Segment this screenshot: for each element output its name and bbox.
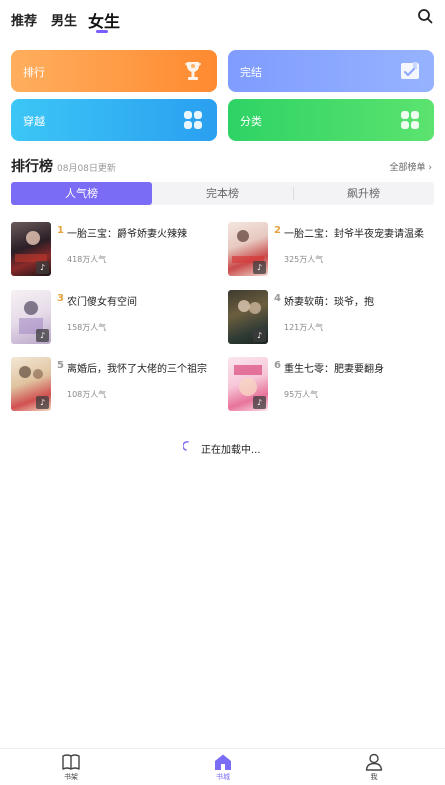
category-card-completed[interactable]: 完结 (228, 50, 434, 92)
category-label: 分类 (240, 115, 262, 128)
book-title: 娇妻软萌：琰爷，抱 (284, 297, 374, 308)
book-cover: ♪ (228, 290, 268, 344)
tab-completed[interactable]: 完本榜 (152, 182, 293, 205)
tab-popular[interactable]: 人气榜 (11, 182, 152, 205)
book-item[interactable]: ♪ 6 重生七零：肥妻要翻身 95万人气 (228, 357, 438, 413)
book-popularity: 121万人气 (284, 323, 324, 332)
book-item[interactable]: ♪ 2 一胎二宝：封爷半夜宠妻请温柔 325万人气 (228, 222, 438, 278)
ranking-title: 排行榜 (11, 159, 53, 175)
book-title: 一胎三宝：爵爷娇妻火辣辣 (67, 229, 187, 240)
active-tab-indicator (96, 30, 108, 33)
home-icon (215, 754, 231, 770)
headphone-icon: ♪ (253, 396, 266, 409)
category-label: 排行 (23, 66, 45, 79)
book-item[interactable]: ♪ 1 一胎三宝：爵爷娇妻火辣辣 418万人气 (11, 222, 221, 278)
user-icon (365, 753, 383, 771)
ranking-update-date: 08月08日更新 (57, 164, 116, 174)
nav-me[interactable]: 我 (354, 753, 394, 782)
category-card-time-travel[interactable]: 穿越 (11, 99, 217, 141)
nav-label: 书城 (216, 773, 230, 781)
book-item[interactable]: ♪ 4 娇妻软萌：琰爷，抱 121万人气 (228, 290, 438, 346)
book-popularity: 418万人气 (67, 255, 107, 264)
ranking-tabs: 人气榜 完本榜 飙升榜 (11, 182, 434, 205)
book-title: 重生七零：肥妻要翻身 (284, 364, 384, 375)
tab-recommend[interactable]: 推荐 (11, 10, 37, 29)
nav-bookstore[interactable]: 书城 (203, 753, 243, 782)
book-item[interactable]: ♪ 5 离婚后，我怀了大佬的三个祖宗 108万人气 (11, 357, 221, 413)
book-rank-number: 2 (274, 225, 281, 236)
headphone-icon: ♪ (253, 329, 266, 342)
book-icon (62, 754, 80, 770)
book-title: 一胎二宝：封爷半夜宠妻请温柔 (284, 229, 424, 240)
book-cover: ♪ (228, 357, 268, 411)
tab-female[interactable]: 女生 (88, 8, 120, 32)
book-cover: ♪ (228, 222, 268, 276)
book-cover: ♪ (11, 222, 51, 276)
headphone-icon: ♪ (36, 261, 49, 274)
book-rank-number: 1 (57, 225, 64, 236)
search-icon[interactable] (417, 8, 433, 24)
category-label: 完结 (240, 66, 262, 79)
headphone-icon: ♪ (36, 329, 49, 342)
book-popularity: 325万人气 (284, 255, 324, 264)
nav-bookshelf[interactable]: 书架 (51, 753, 91, 782)
nav-label: 书架 (64, 773, 78, 781)
book-item[interactable]: ♪ 3 农门傻女有空间 158万人气 (11, 290, 221, 346)
book-cover: ♪ (11, 290, 51, 344)
check-book-icon (401, 62, 419, 79)
book-rank-number: 5 (57, 360, 64, 371)
book-cover: ♪ (11, 357, 51, 411)
category-card-categories[interactable]: 分类 (228, 99, 434, 141)
category-card-ranking[interactable]: 排行 (11, 50, 217, 92)
bottom-nav: 书架 书城 我 (0, 748, 445, 785)
headphone-icon: ♪ (253, 261, 266, 274)
book-popularity: 158万人气 (67, 323, 107, 332)
grid-icon (184, 111, 202, 129)
book-popularity: 95万人气 (284, 390, 319, 399)
trophy-icon (184, 62, 202, 80)
top-nav: 推荐 男生 女生 (0, 0, 445, 40)
book-popularity: 108万人气 (67, 390, 107, 399)
tab-rising[interactable]: 飙升榜 (293, 182, 434, 205)
book-rank-number: 4 (274, 293, 281, 304)
book-title: 农门傻女有空间 (67, 297, 137, 308)
nav-label: 我 (370, 773, 378, 781)
loading-text: 正在加载中... (201, 445, 261, 456)
headphone-icon: ♪ (36, 396, 49, 409)
loading-spinner-icon (183, 441, 189, 451)
book-title: 离婚后，我怀了大佬的三个祖宗 (67, 364, 207, 375)
book-rank-number: 3 (57, 293, 64, 304)
book-rank-number: 6 (274, 360, 281, 371)
tab-male[interactable]: 男生 (51, 10, 77, 29)
category-label: 穿越 (23, 115, 45, 128)
all-rankings-link[interactable]: 全部榜单 › (390, 160, 432, 173)
grid-icon (401, 111, 419, 129)
